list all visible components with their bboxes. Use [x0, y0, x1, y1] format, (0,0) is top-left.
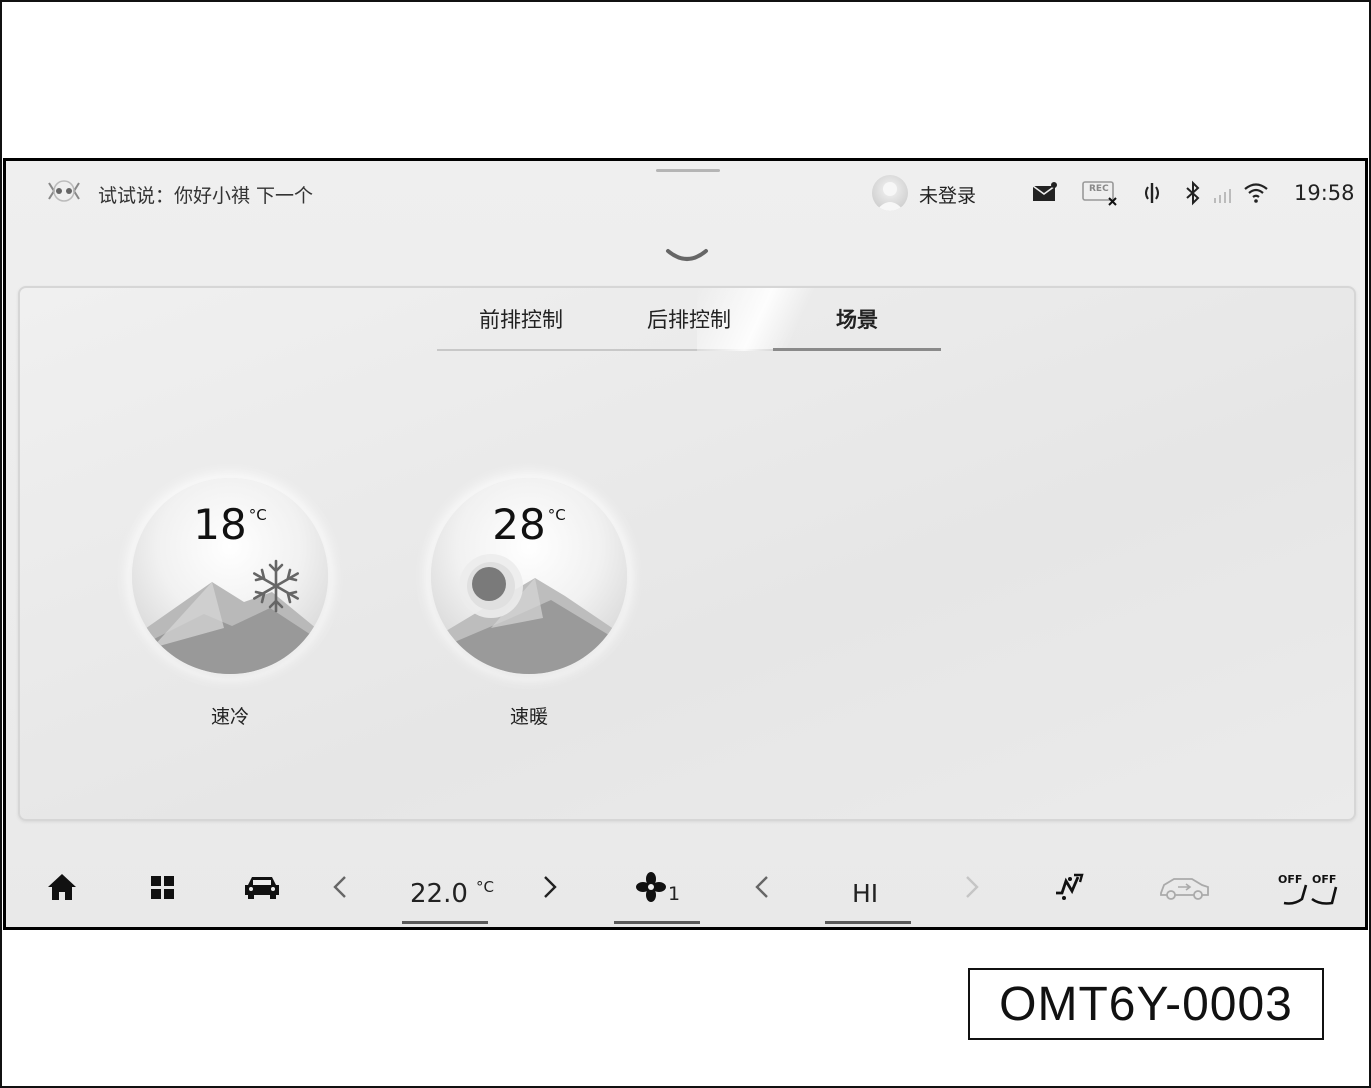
scene-quick-cool-temp: 18 °C — [193, 500, 267, 549]
scene-quick-cool-label: 速冷 — [210, 706, 249, 728]
signal-icon — [1214, 189, 1231, 203]
seat-icon — [1283, 884, 1338, 905]
seat-decrease-chevron-left-icon[interactable] — [752, 871, 772, 903]
login-status[interactable]: 未登录 — [919, 181, 976, 208]
car-air-circulation-icon[interactable] — [1156, 871, 1212, 903]
chevron-down-icon[interactable] — [662, 245, 712, 267]
message-icon[interactable] — [1032, 179, 1058, 207]
scene-quick-heat-label: 速暖 — [509, 706, 548, 728]
seat-heat-level: HI — [852, 879, 879, 908]
user-icon — [876, 182, 904, 211]
voice-hint-text: 试试说：你好小祺 下一个 — [98, 185, 314, 207]
avatar[interactable] — [872, 175, 908, 211]
rec-label: REC — [1089, 184, 1109, 194]
temperature-indicator — [402, 921, 488, 924]
sun-icon — [459, 554, 523, 618]
scene-quick-heat[interactable]: 28 °C 速暖 — [431, 478, 627, 729]
voice-assistant-icon[interactable] — [46, 175, 82, 207]
snowflake-icon — [253, 559, 299, 613]
apps-grid-icon[interactable] — [148, 871, 178, 903]
air-flow-direction-icon[interactable] — [1052, 871, 1088, 903]
volume-icon — [1145, 183, 1159, 203]
scene-quick-cool-button[interactable]: 18 °C — [132, 478, 328, 674]
bluetooth-icon — [1186, 180, 1200, 206]
scene-quick-heat-temp: 28 °C — [492, 500, 566, 549]
fan-icon[interactable] — [636, 871, 666, 903]
clock: 19:58 — [1294, 181, 1355, 205]
tab-bar: 前排控制 后排控制 场景 — [437, 288, 941, 351]
seat-increase-chevron-right-icon[interactable] — [962, 871, 982, 903]
fan-indicator — [614, 921, 700, 924]
rec-icon: REC — [1082, 179, 1118, 207]
temp-increase-chevron-right-icon[interactable] — [540, 871, 560, 903]
wifi-icon — [1244, 183, 1268, 203]
drag-handle[interactable] — [656, 169, 720, 172]
seat-level-indicator — [825, 921, 911, 924]
temperature-unit: °C — [476, 878, 494, 896]
tab-rear-control[interactable]: 后排控制 — [605, 304, 773, 334]
temperature-value: 22.0 — [410, 879, 468, 909]
car-icon[interactable] — [242, 871, 282, 903]
seat-heating-off-control[interactable]: OFF OFF — [1276, 873, 1340, 907]
scene-quick-heat-button[interactable]: 28 °C — [431, 478, 627, 674]
figure-code: OMT6Y-0003 — [968, 968, 1324, 1040]
active-tab-indicator — [773, 348, 941, 351]
infotainment-screen: 试试说：你好小祺 下一个 未登录 REC 19:58 前排控制 后排控制 场景 … — [3, 158, 1368, 930]
temp-decrease-chevron-left-icon[interactable] — [330, 871, 350, 903]
home-icon[interactable] — [46, 871, 78, 903]
climate-panel: 前排控制 后排控制 场景 18 °C 速冷 28 °C 速暖 — [18, 286, 1356, 821]
scene-quick-cool[interactable]: 18 °C 速冷 — [132, 478, 328, 729]
tab-scene[interactable]: 场景 — [773, 304, 941, 334]
tab-front-control[interactable]: 前排控制 — [437, 304, 605, 334]
fan-level: 1 — [668, 883, 681, 905]
